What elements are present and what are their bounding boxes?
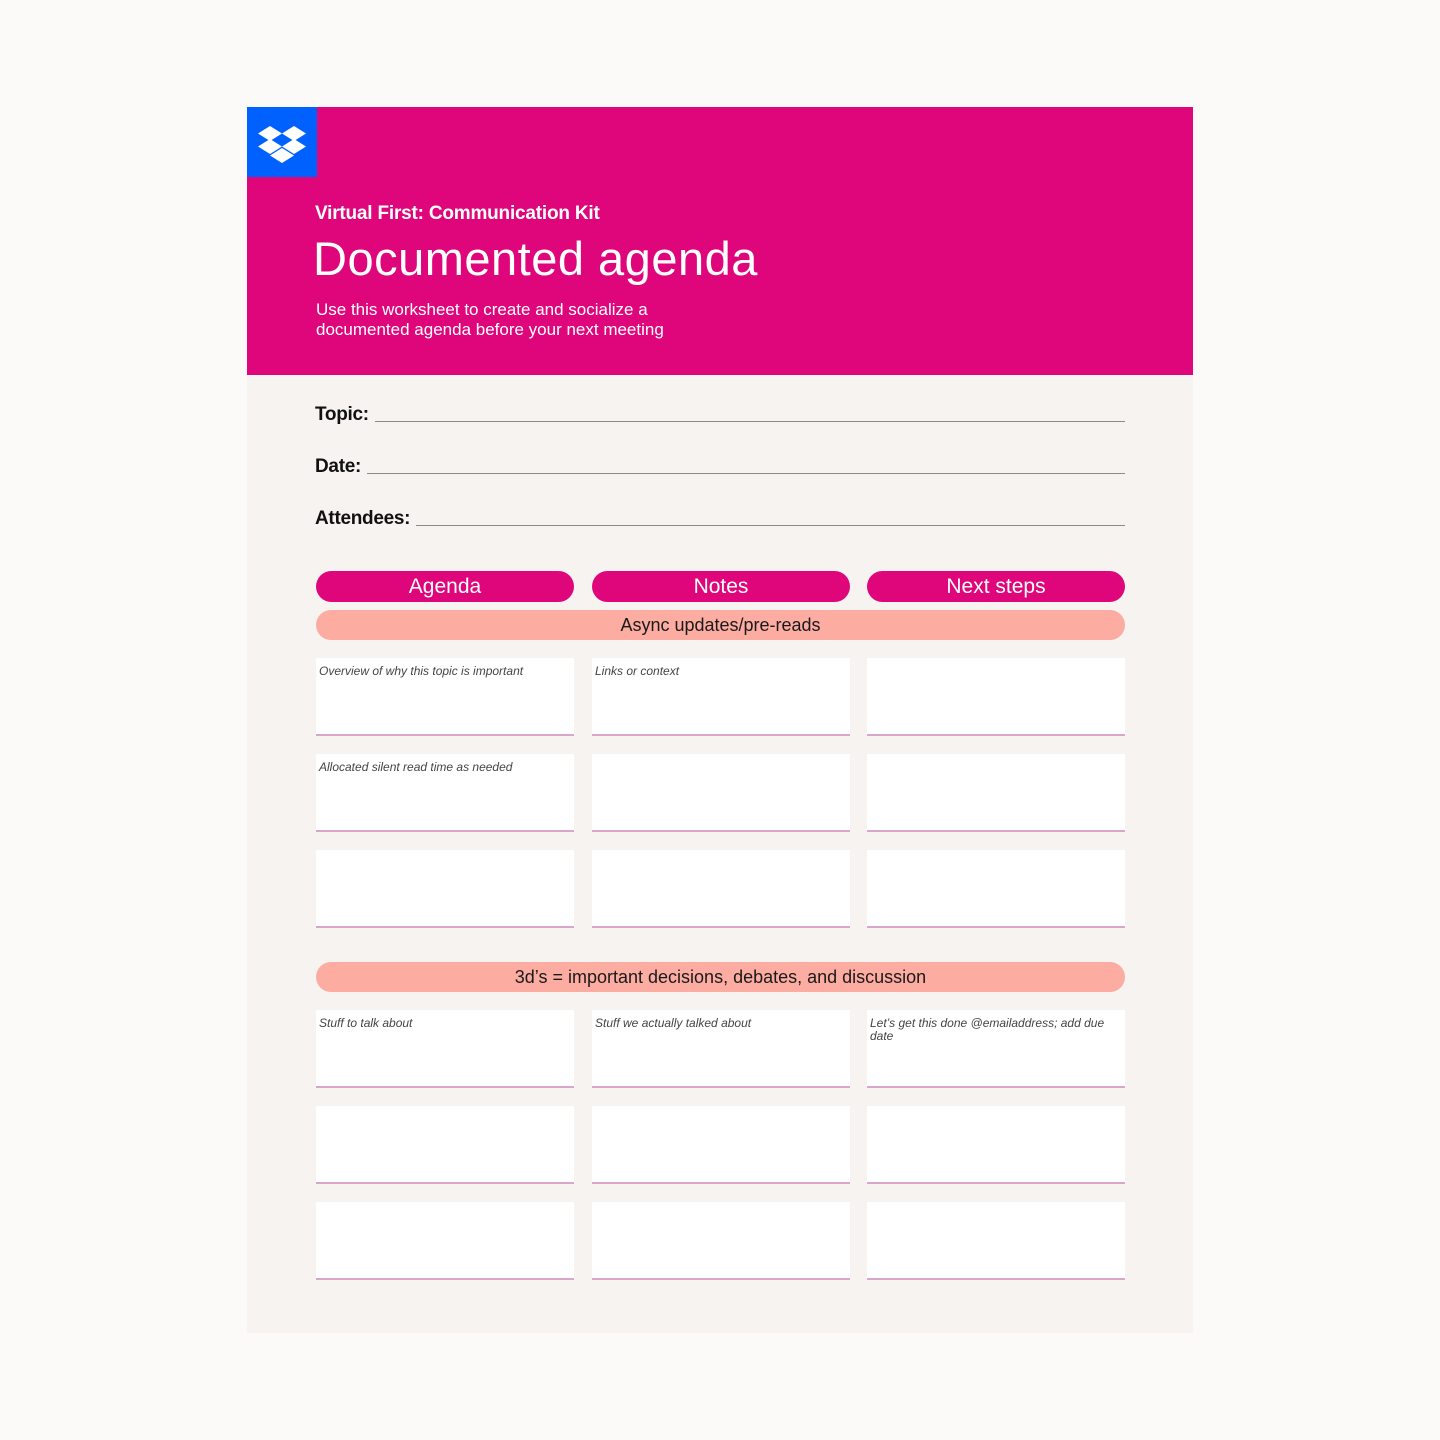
next-steps-cell[interactable] bbox=[867, 754, 1125, 832]
cell-hint: Stuff to talk about bbox=[319, 1016, 413, 1030]
date-field[interactable]: Date: bbox=[315, 456, 1125, 478]
notes-cell[interactable] bbox=[592, 850, 850, 928]
next-steps-cell[interactable] bbox=[867, 1202, 1125, 1280]
section-header-async: Async updates/pre-reads bbox=[316, 610, 1125, 640]
date-label: Date: bbox=[315, 456, 362, 477]
column-header-next-steps: Next steps bbox=[867, 571, 1125, 602]
topic-input-line[interactable] bbox=[374, 420, 1125, 422]
page-subtitle: Use this worksheet to create and sociali… bbox=[316, 300, 664, 339]
header-banner: Virtual First: Communication Kit Documen… bbox=[247, 107, 1193, 375]
agenda-cell[interactable]: Allocated silent read time as needed bbox=[316, 754, 574, 832]
next-steps-cell[interactable] bbox=[867, 1106, 1125, 1184]
agenda-cell[interactable] bbox=[316, 850, 574, 928]
next-steps-cell[interactable] bbox=[867, 850, 1125, 928]
dropbox-logo-icon bbox=[258, 126, 306, 163]
worksheet-page: Virtual First: Communication Kit Documen… bbox=[247, 107, 1193, 1333]
agenda-cell[interactable] bbox=[316, 1106, 574, 1184]
cell-hint: Let’s get this done @emailaddress; add d… bbox=[870, 1016, 1105, 1043]
kit-name: Virtual First: Communication Kit bbox=[315, 203, 600, 224]
agenda-cell[interactable]: Stuff to talk about bbox=[316, 1010, 574, 1088]
column-header-agenda: Agenda bbox=[316, 571, 574, 602]
agenda-cell[interactable] bbox=[316, 1202, 574, 1280]
notes-cell[interactable] bbox=[592, 1202, 850, 1280]
cell-hint: Links or context bbox=[595, 664, 680, 678]
section-header-3ds: 3d’s = important decisions, debates, and… bbox=[316, 962, 1125, 992]
notes-cell[interactable] bbox=[592, 1106, 850, 1184]
cell-hint: Overview of why this topic is important bbox=[319, 664, 524, 678]
next-steps-cell[interactable]: Let’s get this done @emailaddress; add d… bbox=[867, 1010, 1125, 1088]
column-header-notes: Notes bbox=[592, 571, 850, 602]
agenda-cell[interactable]: Overview of why this topic is important bbox=[316, 658, 574, 736]
topic-field[interactable]: Topic: bbox=[315, 404, 1125, 426]
attendees-input-line[interactable] bbox=[416, 524, 1125, 526]
page-title: Documented agenda bbox=[313, 232, 758, 285]
topic-label: Topic: bbox=[315, 404, 369, 425]
next-steps-cell[interactable] bbox=[867, 658, 1125, 736]
date-input-line[interactable] bbox=[367, 472, 1125, 474]
notes-cell[interactable] bbox=[592, 754, 850, 832]
notes-cell[interactable]: Links or context bbox=[592, 658, 850, 736]
cell-hint: Allocated silent read time as needed bbox=[319, 760, 513, 774]
attendees-label: Attendees: bbox=[315, 508, 411, 529]
notes-cell[interactable]: Stuff we actually talked about bbox=[592, 1010, 850, 1088]
cell-hint: Stuff we actually talked about bbox=[595, 1016, 752, 1030]
attendees-field[interactable]: Attendees: bbox=[315, 508, 1125, 530]
dropbox-logo bbox=[247, 107, 317, 177]
